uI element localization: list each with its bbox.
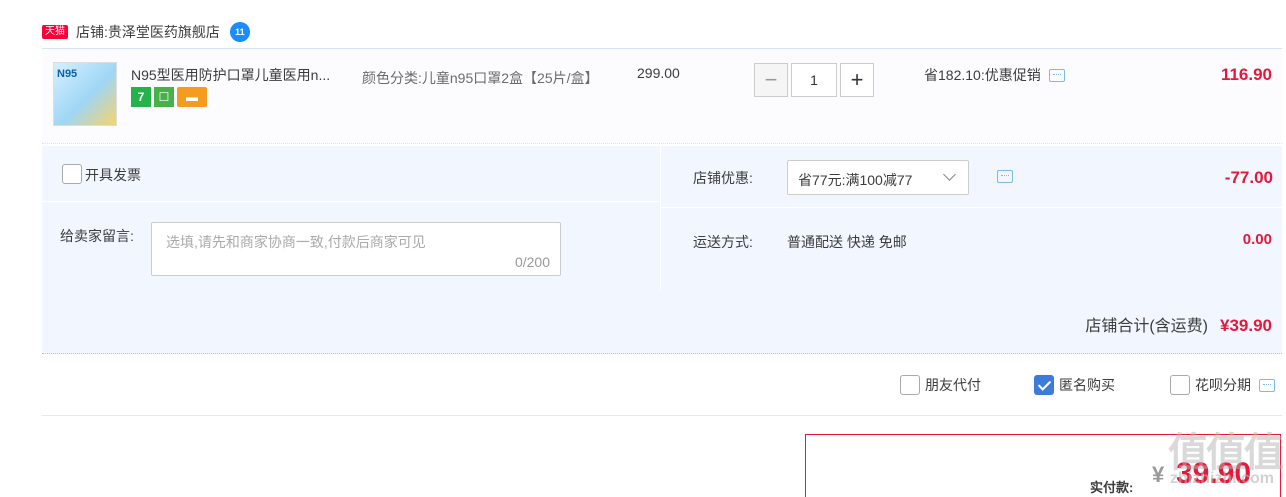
credit-card-icon[interactable]: ▬: [177, 87, 207, 107]
actual-payment-label: 实付款:: [1090, 480, 1134, 495]
order-options-left: 开具发票 给卖家留言: 选填,请先和商家协商一致,付款后商家可见 0/200: [42, 146, 660, 290]
huabei-option[interactable]: 花呗分期: [1170, 375, 1275, 395]
discount-chat-icon[interactable]: [997, 170, 1013, 183]
anonymous-label[interactable]: 匿名购买: [1059, 375, 1115, 395]
product-thumbnail[interactable]: N95: [53, 62, 117, 126]
quantity-decrease-button[interactable]: −: [754, 63, 788, 97]
product-title-link[interactable]: N95型医用防护口罩儿童医用n...: [131, 65, 351, 85]
huabei-chat-icon[interactable]: [1259, 378, 1275, 392]
message-char-count: 0/200: [514, 254, 550, 270]
shipping-fee: 0.00: [1242, 231, 1272, 248]
shop-total: 店铺合计(含运费) ¥39.90: [1085, 312, 1272, 336]
genuine-guarantee-icon[interactable]: ☐: [154, 87, 174, 107]
message-label: 给卖家留言:: [60, 228, 134, 244]
invoice-label[interactable]: 开具发票: [85, 165, 141, 185]
shipping-label: 运送方式:: [693, 234, 753, 250]
tmall-badge: 天猫: [42, 25, 68, 39]
promo-info: 省182.10:优惠促销: [924, 65, 1065, 85]
shop-discount-section: 店铺优惠: 省77元:满100减77 -77.00: [661, 146, 1283, 208]
chevron-down-icon: [943, 168, 956, 181]
message-placeholder: 选填,请先和商家协商一致,付款后商家可见: [166, 234, 426, 250]
invoice-checkbox[interactable]: [62, 164, 82, 184]
quantity-increase-button[interactable]: +: [840, 63, 874, 97]
product-thumbnail-text: N95: [57, 68, 78, 80]
actual-payment-currency: ¥: [1152, 462, 1165, 487]
item-subtotal: 116.90: [1220, 65, 1272, 84]
order-options-right: 店铺优惠: 省77元:满100减77 -77.00 运送方式: 普通配送 快递 …: [660, 146, 1283, 290]
friend-pay-option[interactable]: 朋友代付: [900, 375, 981, 395]
payment-options: 朋友代付 匿名购买 花呗分期: [42, 356, 1282, 416]
service-badges: 7 ☐ ▬: [131, 87, 207, 107]
shop-header: 天猫 店铺: 贵泽堂医药旗舰店 11: [42, 18, 250, 46]
shop-discount-value: -77.00: [1224, 168, 1273, 187]
chat-wangwang-icon[interactable]: 11: [229, 22, 250, 42]
watermark-url: zhizhizhi.com: [1170, 470, 1274, 487]
huabei-label[interactable]: 花呗分期: [1195, 375, 1251, 395]
order-options-panel: 开具发票 给卖家留言: 选填,请先和商家协商一致,付款后商家可见 0/200 店…: [42, 146, 1283, 354]
shop-name-link[interactable]: 贵泽堂医药旗舰店: [108, 22, 220, 42]
shipping-method: 普通配送 快递 免邮: [787, 234, 907, 250]
anonymous-checkbox[interactable]: [1034, 375, 1054, 395]
shop-discount-label: 店铺优惠:: [693, 170, 753, 186]
shop-label: 店铺:: [76, 24, 108, 40]
shop-discount-selected: 省77元:满100减77: [798, 172, 913, 188]
promo-text: 省182.10:优惠促销: [924, 67, 1041, 83]
quantity-input[interactable]: [791, 63, 837, 97]
friend-pay-checkbox[interactable]: [900, 375, 920, 395]
cart-item-row: N95 N95型医用防护口罩儿童医用n... 7 ☐ ▬ 颜色分类:儿童n95口…: [42, 48, 1282, 144]
seven-day-return-icon[interactable]: 7: [131, 87, 151, 107]
anonymous-option[interactable]: 匿名购买: [1034, 375, 1115, 395]
promo-chat-icon[interactable]: [1048, 68, 1065, 82]
shop-discount-select[interactable]: 省77元:满100减77: [787, 160, 969, 195]
friend-pay-label[interactable]: 朋友代付: [925, 375, 981, 395]
sku-info: 颜色分类:儿童n95口罩2盒【25片/盒】: [362, 70, 599, 86]
shop-total-value: ¥39.90: [1220, 316, 1272, 335]
quantity-stepper: − +: [754, 63, 874, 97]
shop-total-label: 店铺合计(含运费): [1085, 318, 1208, 335]
invoice-section: 开具发票: [42, 146, 660, 202]
seller-message-input[interactable]: 选填,请先和商家协商一致,付款后商家可见 0/200: [151, 222, 561, 276]
unit-price: 299.00: [637, 65, 680, 81]
huabei-checkbox[interactable]: [1170, 375, 1190, 395]
